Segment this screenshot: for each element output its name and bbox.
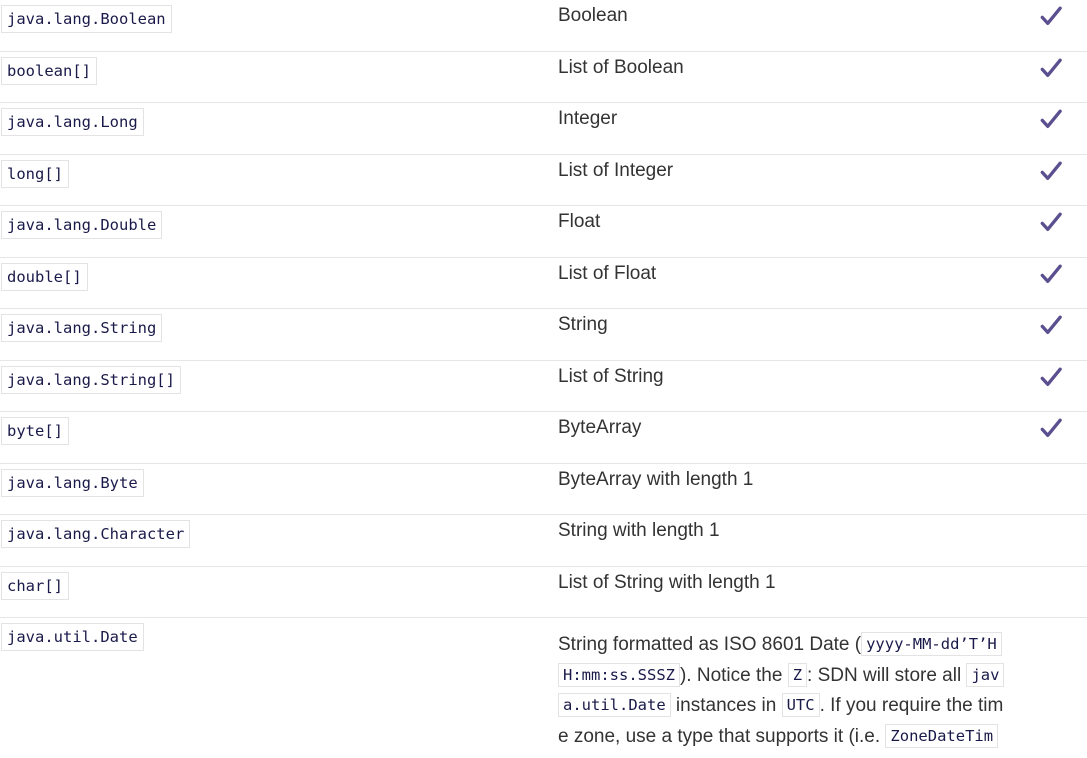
check-icon	[1040, 108, 1064, 130]
cypher-type-cell: List of String	[558, 365, 664, 387]
java-type-code: java.lang.Boolean	[1, 5, 172, 33]
zoned-datetime-code: ZoneDateTim	[885, 723, 999, 748]
zone-code: Z	[787, 662, 808, 687]
java-type-code: java.lang.Double	[1, 211, 163, 239]
check-icon	[1040, 263, 1064, 285]
table-row: java.lang.Character String with length 1	[0, 515, 1087, 567]
cypher-type-cell: Boolean	[558, 5, 628, 26]
table-row: long[] List of Integer	[0, 155, 1087, 206]
check-icon	[1040, 314, 1064, 336]
java-type-cell: byte[]	[1, 417, 69, 445]
java-type-code: long[]	[1, 159, 69, 188]
java-type-code: java.lang.Character	[1, 520, 191, 548]
java-type-cell: char[]	[1, 571, 69, 600]
date-desc-text: e zone, use a type that supports it (i.e…	[558, 725, 886, 747]
java-type-code: boolean[]	[1, 56, 97, 85]
java-type-cell: java.lang.Byte	[1, 468, 144, 497]
table-row: java.lang.Byte ByteArray with length 1	[0, 464, 1087, 515]
java-type-code: double[]	[1, 262, 88, 291]
java-type-code: java.lang.Long	[1, 108, 144, 136]
cypher-type-cell: Integer	[558, 108, 618, 129]
java-type-cell: java.lang.Character	[1, 520, 191, 548]
cypher-type-cell: String with length 1	[558, 520, 720, 541]
table-row: boolean[] List of Boolean	[0, 52, 1087, 103]
date-format-code-cont: H:mm:ss.SSSZ	[558, 662, 680, 687]
table-row: java.lang.String String	[0, 309, 1087, 361]
java-type-code: byte[]	[1, 417, 69, 445]
cypher-type-cell: List of String with length 1	[558, 571, 776, 593]
java-date-code-cont: a.util.Date	[558, 693, 671, 717]
java-type-cell: java.lang.Boolean	[1, 5, 172, 33]
java-type-cell: java.lang.String	[1, 314, 163, 342]
table-row: java.lang.Boolean Boolean	[0, 0, 1087, 52]
java-type-code: java.lang.String	[1, 314, 163, 342]
check-icon	[1040, 211, 1064, 233]
cypher-type-cell: List of Integer	[558, 159, 674, 181]
check-icon	[1040, 57, 1064, 79]
java-type-cell: java.lang.Double	[1, 211, 163, 239]
java-date-code: jav	[966, 662, 1005, 687]
java-type-cell: double[]	[1, 262, 88, 291]
java-type-code: char[]	[1, 571, 69, 600]
date-format-code: yyyy-MM-dd’T’H	[861, 632, 1002, 656]
date-desc-text: : SDN will store all	[807, 664, 967, 686]
date-desc-text: . If you require the tim	[819, 695, 1004, 716]
type-mapping-table: java.lang.Boolean Boolean boolean[] List…	[0, 0, 1087, 758]
java-type-code: java.util.Date	[1, 623, 144, 651]
java-type-code: java.lang.String[]	[1, 365, 181, 394]
check-icon	[1040, 366, 1064, 388]
table-row: java.lang.Double Float	[0, 206, 1087, 258]
java-type-cell: boolean[]	[1, 56, 97, 85]
cypher-type-cell: ByteArray with length 1	[558, 468, 754, 490]
java-type-code: java.lang.Byte	[1, 468, 144, 497]
table-row: byte[] ByteArray	[0, 412, 1087, 464]
java-type-cell: java.lang.String[]	[1, 365, 181, 394]
date-desc-text: String formatted as ISO 8601 Date (	[558, 634, 862, 655]
check-icon	[1040, 417, 1064, 439]
cypher-type-cell: Float	[558, 211, 601, 232]
check-icon	[1040, 5, 1064, 27]
check-icon	[1040, 160, 1064, 182]
table-row: java.lang.String[] List of String	[0, 361, 1087, 412]
table-row-date: java.util.Date String formatted as ISO 8…	[0, 618, 1087, 758]
table-row: double[] List of Float	[0, 258, 1087, 309]
cypher-type-cell: String	[558, 314, 608, 335]
date-desc-text: instances in	[670, 695, 782, 716]
date-desc-text: ). Notice the	[679, 664, 788, 686]
cypher-type-cell: List of Boolean	[558, 56, 684, 78]
cypher-type-cell: List of Float	[558, 262, 657, 284]
java-type-cell: java.util.Date	[1, 623, 144, 651]
java-type-cell: java.lang.Long	[1, 108, 144, 136]
date-description: String formatted as ISO 8601 Date (yyyy-…	[558, 630, 1020, 752]
table-row: java.lang.Long Integer	[0, 103, 1087, 155]
java-type-cell: long[]	[1, 159, 69, 188]
table-row: char[] List of String with length 1	[0, 567, 1087, 618]
utc-code: UTC	[781, 693, 820, 717]
cypher-type-cell: ByteArray	[558, 417, 642, 438]
